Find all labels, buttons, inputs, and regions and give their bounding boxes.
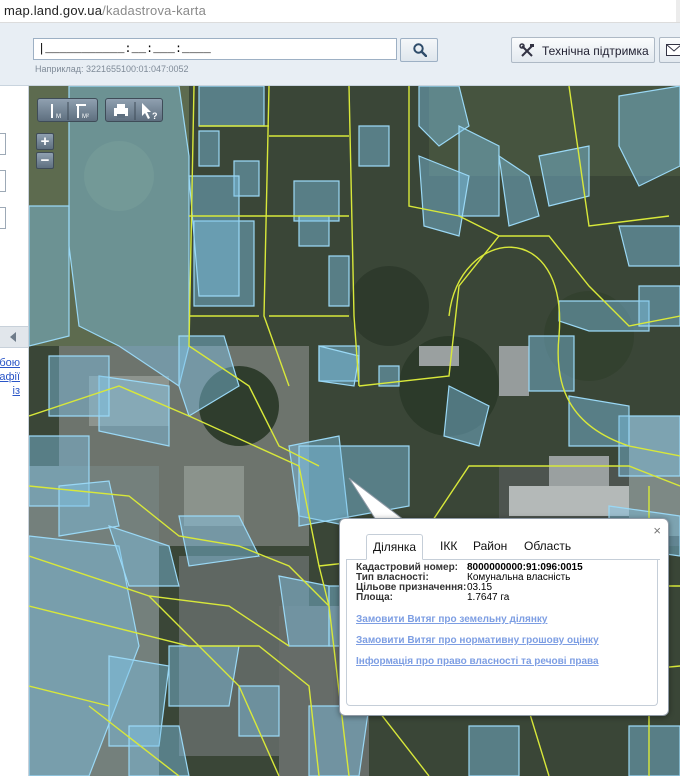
svg-text:?: ? [152,111,158,121]
ownership-info-link[interactable]: Інформація про право власності та речові… [356,656,599,667]
panel-collapse-bar[interactable] [0,326,28,348]
search-icon [413,43,427,57]
parcel-info-popup: × Ділянка ІКК Район Область Кадастровий … [339,518,669,716]
side-input-3[interactable] [0,207,6,229]
url-text[interactable]: map.land.gov.ua/kadastrova-karta [4,3,206,18]
side-links: бою афії із [0,356,20,398]
left-side-panel: бою афії із [0,86,29,776]
envelope-icon [666,44,680,56]
url-host: map.land.gov.ua [4,3,103,18]
side-link[interactable]: із [0,384,21,398]
order-valuation-extract-link[interactable]: Замовити Витяг про нормативну грошову оц… [356,635,599,646]
window-edge [676,0,680,22]
svg-text:M²: M² [82,114,89,120]
svg-text:M: M [56,114,61,120]
side-input-2[interactable] [0,170,6,192]
measure-area-icon[interactable]: M² [76,104,89,120]
cadastral-search-input[interactable]: |___________:__:___:____ [33,38,397,60]
popup-tabs: Ділянка ІКК Район Область [346,533,660,560]
identify-icon[interactable]: ? [142,103,158,121]
tab-ikk[interactable]: ІКК [434,534,463,558]
url-path: /kadastrova-karta [102,3,207,18]
tab-district[interactable]: Район [467,534,513,558]
side-input-1[interactable] [0,133,6,155]
print-icon[interactable] [114,104,128,118]
tools-icon [519,43,534,57]
popup-content: Кадастровий номер: 8000000000:91:096:001… [346,559,658,706]
arrow-left-icon [10,332,16,342]
app-header: |___________:__:___:____ Наприклад: 3221… [0,23,680,86]
browser-url-bar[interactable]: map.land.gov.ua/kadastrova-karta [0,0,680,23]
field-label: Площа: [356,592,393,603]
tab-parcel[interactable]: Ділянка [366,534,424,560]
tech-support-label: Технічна підтримка [542,44,649,58]
tools-toolbar: ? [105,98,163,122]
tech-support-button[interactable]: Технічна підтримка [511,37,655,63]
tab-region[interactable]: Область [518,534,577,558]
mail-button[interactable] [659,37,680,63]
popup-pointer [348,477,406,521]
measure-length-icon[interactable]: M [51,104,61,120]
search-button[interactable] [400,38,438,62]
side-link[interactable]: афії [0,370,20,384]
order-parcel-extract-link[interactable]: Замовити Витяг про земельну ділянку [356,614,547,625]
zoom-out-button[interactable]: − [36,152,54,169]
field-value: 1.7647 га [467,592,510,603]
side-link[interactable]: бою [0,356,20,370]
search-example-hint: Наприклад: 3221655100:01:047:0052 [35,64,189,74]
zoom-in-button[interactable]: + [36,133,54,150]
measure-toolbar: M M² [37,98,98,122]
